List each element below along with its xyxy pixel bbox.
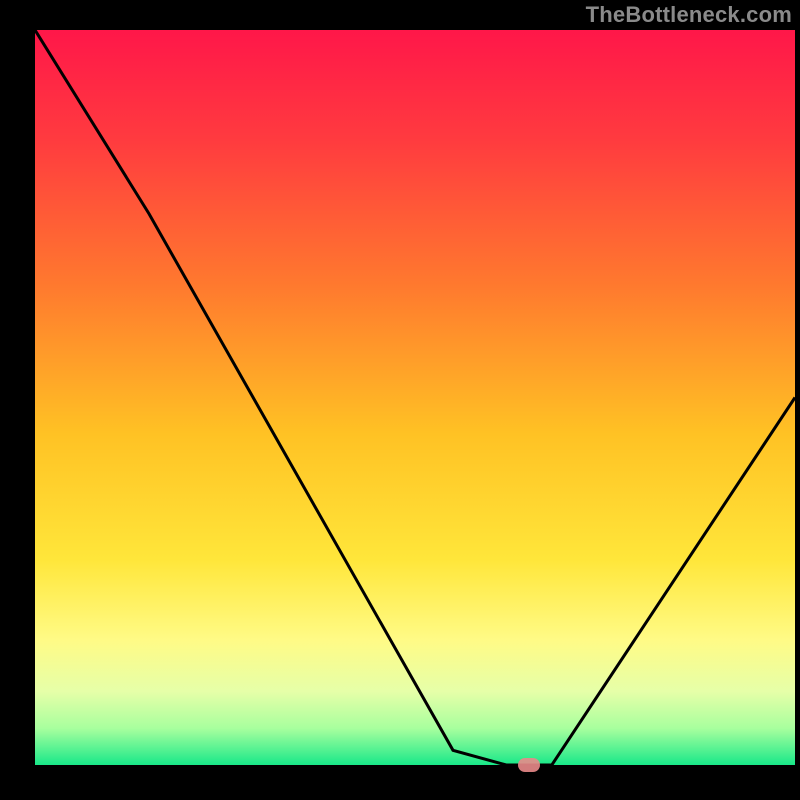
chart-svg: [35, 30, 795, 765]
optimal-marker: [518, 758, 540, 772]
plot-area: [35, 30, 795, 765]
watermark-text: TheBottleneck.com: [586, 2, 792, 28]
gradient-background: [35, 30, 795, 765]
chart-container: TheBottleneck.com: [0, 0, 800, 800]
